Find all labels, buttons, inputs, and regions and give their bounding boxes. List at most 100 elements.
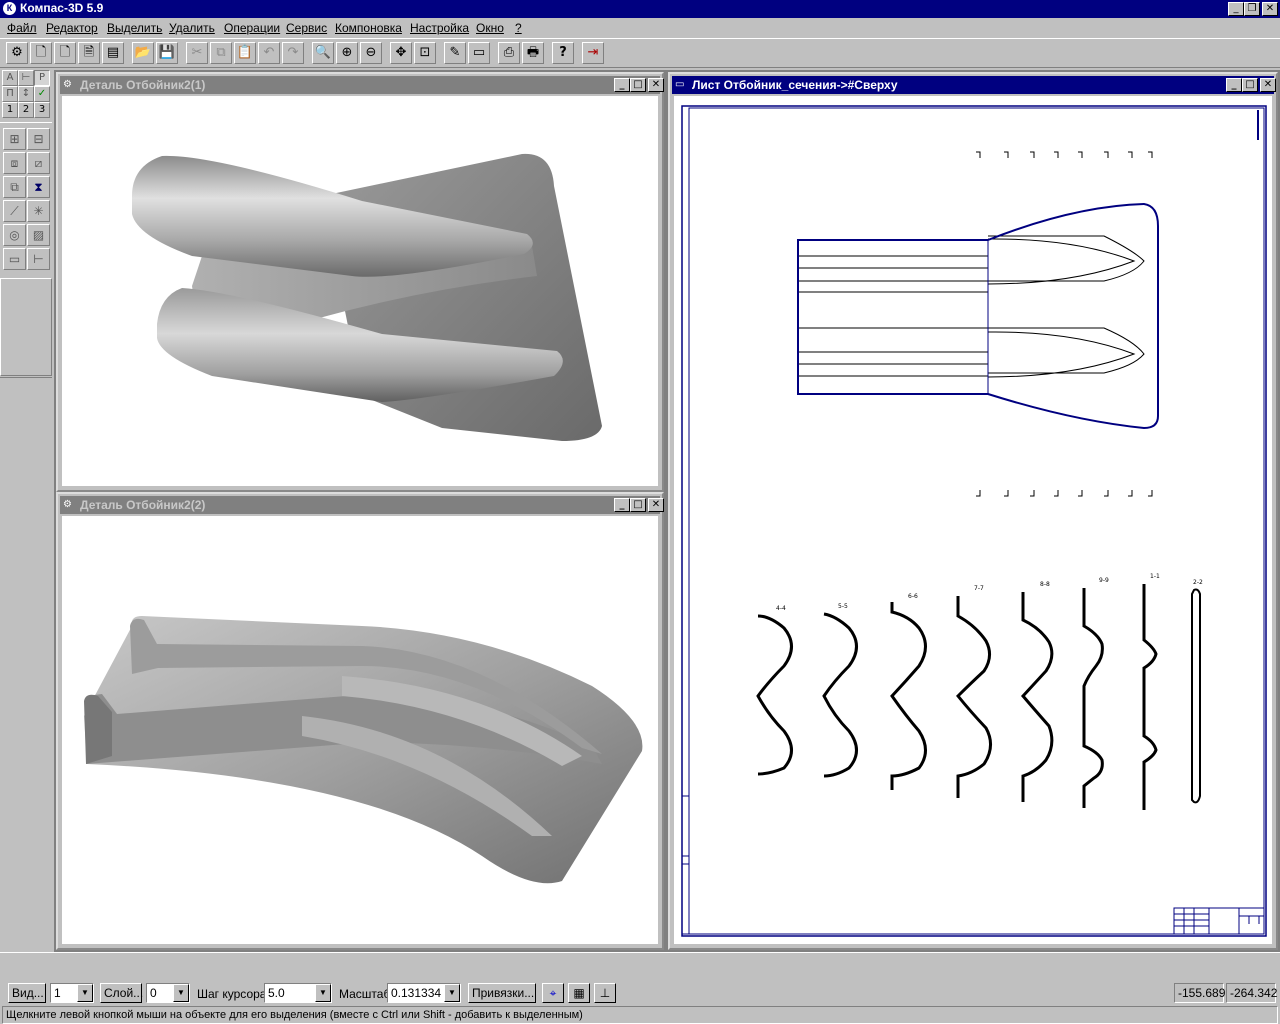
preview-icon[interactable]: ⎙ — [498, 42, 520, 64]
zoom-all-icon[interactable]: ⊡ — [414, 42, 436, 64]
menu-layout[interactable]: Компоновка — [335, 21, 402, 35]
close-icon[interactable]: ✕ — [648, 498, 664, 512]
open-icon[interactable]: 📂 — [132, 42, 154, 64]
part1-viewport[interactable] — [62, 96, 658, 486]
status-text: Щелкните левой кнопкой мыши на объекте д… — [2, 1006, 1278, 1024]
zoom-in-icon[interactable]: ⊕ — [336, 42, 358, 64]
menu-help[interactable]: ? — [515, 21, 522, 35]
new-fragment-icon[interactable]: 🗎 — [78, 42, 100, 64]
select-circle-icon[interactable]: ◎ — [3, 224, 26, 246]
redo-icon[interactable]: ↷ — [282, 42, 304, 64]
menu-operations[interactable]: Операции — [224, 21, 280, 35]
minimize-icon[interactable]: _ — [614, 498, 630, 512]
sheet-icon: ▭ — [675, 79, 685, 90]
sheet-window[interactable]: ▭ Лист Отбойник_сечения->#Сверху _ □ ✕ 4… — [668, 72, 1278, 950]
select-rect-icon[interactable]: ⊞ — [3, 128, 26, 150]
select-layer-icon[interactable]: ⧉ — [3, 176, 26, 198]
sheet-drawing: 4-4 5-5 6-6 7-7 8-8 9-9 1-1 2-2 — [681, 105, 1267, 937]
step-select[interactable]: 5.0 ▼ — [264, 983, 332, 1003]
new-document-icon[interactable]: 🗋 — [30, 42, 52, 64]
palette-param-icon[interactable]: П — [2, 86, 18, 102]
part2-viewport[interactable] — [62, 516, 658, 944]
cut-icon[interactable]: ✂ — [186, 42, 208, 64]
select-line-icon[interactable]: ⟋ — [3, 200, 26, 222]
zoom-out-icon[interactable]: ⊖ — [360, 42, 382, 64]
hatch-icon[interactable]: ▨ — [27, 224, 50, 246]
view-button[interactable]: Вид... — [8, 983, 46, 1003]
sheet-viewport[interactable]: 4-4 5-5 6-6 7-7 8-8 9-9 1-1 2-2 — [674, 96, 1272, 944]
sheet-caption[interactable]: ▭ Лист Отбойник_сечения->#Сверху _ □ ✕ — [672, 76, 1276, 94]
save-icon[interactable]: 💾 — [156, 42, 178, 64]
status-bar: Щелкните левой кнопкой мыши на объекте д… — [0, 1006, 1280, 1024]
menu-window[interactable]: Окно — [476, 21, 504, 35]
view-select[interactable]: 1 ▼ — [50, 983, 94, 1003]
tool-palette: А ⊢ Р П ↕ ✓ 1 2 3 ⊞ ⊟ ⧈ ⧄ ⧉ ⧗ ⟋ ✳ ◎ ▨ ▭ … — [0, 68, 53, 952]
menu-select[interactable]: Выделить — [107, 21, 162, 35]
snap-toggle-icon[interactable]: ⌖ — [542, 983, 564, 1003]
chevron-down-icon[interactable]: ▼ — [315, 984, 331, 1002]
close-icon[interactable]: ✕ — [1260, 78, 1276, 92]
part2-caption[interactable]: ⚙ Деталь Отбойник2(2) _ □ ✕ — [60, 496, 664, 514]
select-tree-icon[interactable]: ⊢ — [27, 248, 50, 270]
maximize-icon[interactable]: □ — [1242, 78, 1258, 92]
part1-window[interactable]: ⚙ Деталь Отбойник2(1) _ □ ✕ — [56, 72, 664, 492]
layer-button[interactable]: Слой... — [100, 983, 143, 1003]
regenerate-icon[interactable]: ▭ — [468, 42, 490, 64]
part1-caption[interactable]: ⚙ Деталь Отбойник2(1) _ □ ✕ — [60, 76, 664, 94]
paste-icon[interactable]: 📋 — [234, 42, 256, 64]
main-toolbar: ⚙ 🗋 🗋 🗎 ▤ 📂 💾 ✂ ⧉ 📋 ↶ ↷ 🔍 ⊕ ⊖ ✥ ⊡ ✎ ▭ ⎙ … — [0, 38, 1280, 68]
edit-icon[interactable]: ✎ — [444, 42, 466, 64]
kompas-logo-icon[interactable]: К — [3, 2, 16, 15]
close-icon[interactable]: ✕ — [1262, 2, 1278, 16]
palette-edit-icon[interactable]: Р — [34, 70, 50, 86]
close-icon[interactable]: ✕ — [648, 78, 664, 92]
select-window-icon[interactable]: ⧈ — [3, 152, 26, 174]
pan-icon[interactable]: ✥ — [390, 42, 412, 64]
scale-select[interactable]: 0.131334 ▼ — [387, 983, 461, 1003]
palette-text-icon[interactable]: А — [2, 70, 18, 86]
minimize-icon[interactable]: _ — [614, 78, 630, 92]
exit-icon[interactable]: ⇥ — [582, 42, 604, 64]
palette-measure-icon[interactable]: ↕ — [18, 86, 34, 102]
minimize-icon[interactable]: _ — [1228, 2, 1244, 16]
chevron-down-icon[interactable]: ▼ — [173, 984, 189, 1002]
grid-icon[interactable]: ▦ — [568, 983, 590, 1003]
menu-editor[interactable]: Редактор — [46, 21, 98, 35]
maximize-icon[interactable]: □ — [630, 78, 646, 92]
chevron-down-icon[interactable]: ▼ — [77, 984, 93, 1002]
select-all-icon[interactable]: ⊟ — [27, 128, 50, 150]
layer-select[interactable]: 0 ▼ — [146, 983, 190, 1003]
part2-title: Деталь Отбойник2(2) — [80, 498, 206, 512]
palette-dimension-icon[interactable]: ⊢ — [18, 70, 34, 86]
maximize-icon[interactable]: □ — [630, 498, 646, 512]
menu-file[interactable]: Файл — [7, 21, 37, 35]
svg-text:7-7: 7-7 — [974, 585, 984, 592]
select-point-icon[interactable]: ✳ — [27, 200, 50, 222]
new-spec-icon[interactable]: ▤ — [102, 42, 124, 64]
ortho-icon[interactable]: ⊥ — [594, 983, 616, 1003]
undo-icon[interactable]: ↶ — [258, 42, 280, 64]
copy-icon[interactable]: ⧉ — [210, 42, 232, 64]
select-view-icon[interactable]: ▭ — [3, 248, 26, 270]
chevron-down-icon[interactable]: ▼ — [444, 984, 460, 1002]
restore-icon[interactable]: ❐ — [1244, 2, 1260, 16]
new-sheet-icon[interactable]: 🗋 — [54, 42, 76, 64]
snaps-button[interactable]: Привязки... — [468, 983, 536, 1003]
select-cross-icon[interactable]: ⧄ — [27, 152, 50, 174]
print-icon[interactable]: 🖶 — [522, 42, 544, 64]
select-object-icon[interactable]: ⧗ — [27, 176, 50, 198]
palette-page1-icon[interactable]: 1 — [2, 102, 18, 118]
minimize-icon[interactable]: _ — [1226, 78, 1242, 92]
palette-page3-icon[interactable]: 3 — [34, 102, 50, 118]
menu-delete[interactable]: Удалить — [169, 21, 215, 35]
menu-service[interactable]: Сервис — [286, 21, 327, 35]
palette-check-icon[interactable]: ✓ — [34, 86, 50, 102]
palette-page2-icon[interactable]: 2 — [18, 102, 34, 118]
svg-text:8-8: 8-8 — [1040, 581, 1050, 588]
zoom-icon[interactable]: 🔍 — [312, 42, 334, 64]
help-pointer-icon[interactable]: ? — [552, 42, 574, 64]
model-icon[interactable]: ⚙ — [6, 42, 28, 64]
menu-settings[interactable]: Настройка — [410, 21, 469, 35]
part2-window[interactable]: ⚙ Деталь Отбойник2(2) _ □ ✕ — [56, 492, 664, 950]
title-bar: К Компас-3D 5.9 _ ❐ ✕ — [0, 0, 1280, 18]
